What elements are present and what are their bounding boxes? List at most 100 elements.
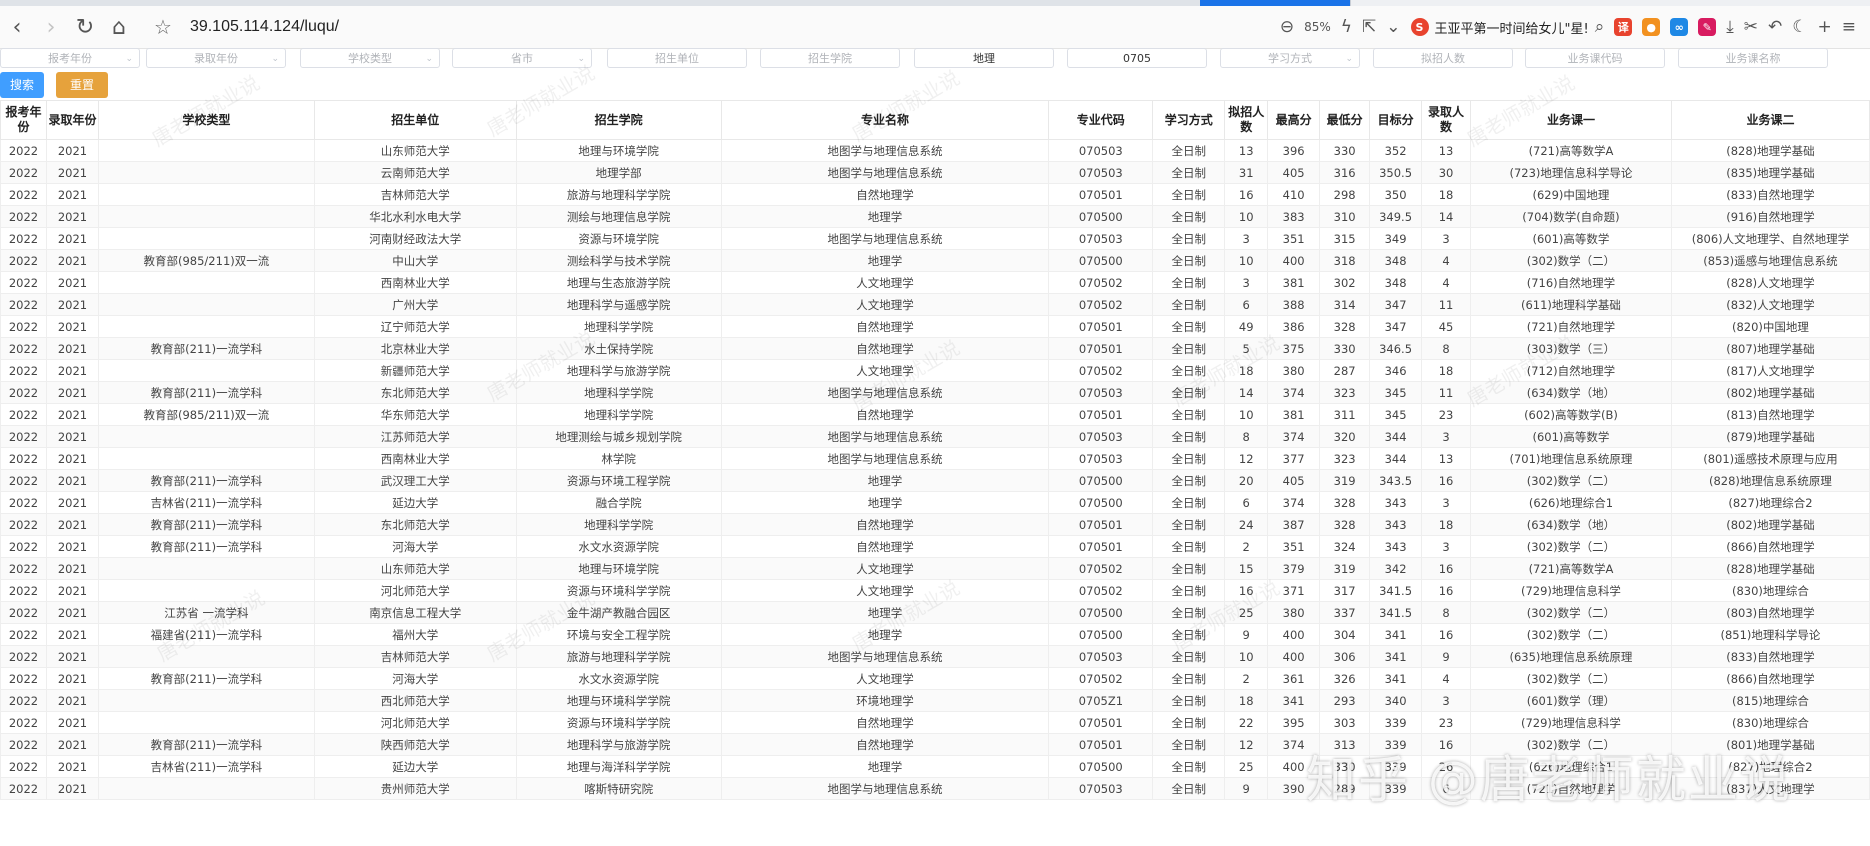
table-row[interactable]: 2022 2021 西北师范大学 地理与环境科学学院 环境地理学 0705Z1 全日制 18 3… — [0, 689, 1870, 712]
table-row[interactable]: 2022 2021 辽宁师范大学 地理科学学院 自然地理学 070501 全日制 49 386 3… — [0, 315, 1870, 338]
filter-field[interactable]: 录取年份 ⌄ — [146, 48, 286, 68]
table-row[interactable]: 2022 2021 西南林业大学 地理与生态旅游学院 人文地理学 070502 全日制 3 38… — [0, 271, 1870, 294]
table-row[interactable]: 2022 2021 教育部(985/211)双一流 华东师范大学 地理科学学院 自然地理学… — [0, 403, 1870, 426]
column-header[interactable]: 学习方式 — [1152, 100, 1226, 140]
column-header[interactable]: 业务课二 — [1670, 100, 1870, 140]
table-row[interactable]: 2022 2021 河南财经政法大学 资源与环境学院 地图学与地理信息系统 070503 全… — [0, 227, 1870, 250]
column-header[interactable]: 招生单位 — [313, 100, 517, 140]
filter-field[interactable]: 学校类型 ⌄ — [300, 48, 440, 68]
search-box[interactable]: S 王亚平第一时间给女儿"星! ⌕ — [1410, 17, 1605, 37]
infinity-icon[interactable]: ∞ — [1670, 18, 1689, 36]
chevron-down-icon[interactable]: ⌄ — [125, 49, 133, 69]
browser-tab[interactable] — [900, 0, 1051, 6]
table-row[interactable]: 2022 2021 河北师范大学 资源与环境科学学院 人文地理学 070502 全日制 16 3… — [0, 579, 1870, 602]
filter-field[interactable]: 学习方式 ⌄ — [1220, 48, 1360, 68]
undo-icon[interactable]: ↶ — [1768, 17, 1782, 37]
table-row[interactable]: 2022 2021 教育部(211)一流学科 武汉理工大学 资源与环境工程学院 地理学 07… — [0, 469, 1870, 492]
reload-icon[interactable]: ↻ — [68, 10, 102, 44]
back-icon[interactable]: ‹ — [0, 10, 34, 44]
star-icon[interactable]: ☆ — [154, 15, 172, 39]
search-icon[interactable]: ⌕ — [1595, 17, 1605, 37]
column-header[interactable]: 录取人数 — [1421, 100, 1472, 140]
column-header[interactable]: 录取年份 — [45, 100, 99, 140]
filter-field[interactable]: 招生学院 — [760, 48, 900, 68]
download-icon[interactable]: ⤓ — [1726, 17, 1734, 37]
menu-icon[interactable]: ≡ — [1842, 17, 1856, 37]
zoom-icon[interactable]: ⊖ — [1280, 17, 1294, 37]
filter-field[interactable]: 业务课名称 — [1678, 48, 1828, 68]
filter-field[interactable]: 报考年份 ⌄ — [0, 48, 140, 68]
table-cell: 396 — [1267, 139, 1321, 162]
table-row[interactable]: 2022 2021 教育部(211)一流学科 东北师范大学 地理科学学院 自然地理学 070… — [0, 513, 1870, 536]
column-header[interactable]: 专业代码 — [1048, 100, 1154, 140]
forward-icon[interactable]: › — [34, 10, 68, 44]
filter-field[interactable]: 招生单位 — [607, 48, 747, 68]
table-row[interactable]: 2022 2021 教育部(211)一流学科 东北师范大学 地理科学学院 地图学与地理信息… — [0, 381, 1870, 404]
lightning-icon[interactable]: ϟ — [1341, 17, 1352, 37]
browser-tab[interactable] — [750, 0, 901, 6]
filter-field[interactable]: 业务课代码 — [1525, 48, 1665, 68]
column-header[interactable]: 学校类型 — [97, 100, 315, 140]
table-row[interactable]: 2022 2021 江苏省 一流学科 南京信息工程大学 金牛湖产教融合园区 地理学 0705… — [0, 601, 1870, 624]
column-header[interactable]: 专业名称 — [720, 100, 1050, 140]
table-row[interactable]: 2022 2021 教育部(211)一流学科 河海大学 水文水资源学院 人文地理学 0705… — [0, 667, 1870, 690]
browser-tab[interactable] — [450, 0, 601, 6]
reset-button[interactable]: 重置 — [56, 72, 108, 98]
table-row[interactable]: 2022 2021 云南师范大学 地理学部 地图学与地理信息系统 070503 全日制 31 4… — [0, 161, 1870, 184]
translate-icon[interactable]: 译 — [1614, 18, 1633, 36]
table-row[interactable]: 2022 2021 山东师范大学 地理与环境学院 地图学与地理信息系统 070503 全日制… — [0, 139, 1870, 162]
table-row[interactable]: 2022 2021 教育部(985/211)双一流 中山大学 测绘科学与技术学院 地理学 0… — [0, 249, 1870, 272]
filter-field[interactable]: 0705 — [1067, 48, 1207, 68]
column-header[interactable]: 业务课一 — [1470, 100, 1672, 140]
chevron-down-icon[interactable]: ⌄ — [425, 49, 433, 69]
table-row[interactable]: 2022 2021 华北水利水电大学 测绘与地理信息学院 地理学 070500 全日制 10 3… — [0, 205, 1870, 228]
column-header[interactable]: 目标分 — [1369, 100, 1423, 140]
column-header[interactable]: 最高分 — [1267, 100, 1321, 140]
browser-tab[interactable] — [600, 0, 751, 6]
search-button[interactable]: 搜索 — [0, 72, 44, 98]
browser-tab-strip[interactable] — [0, 0, 1870, 6]
column-header[interactable]: 最低分 — [1319, 100, 1371, 140]
table-row[interactable]: 2022 2021 山东师范大学 地理与环境学院 人文地理学 070502 全日制 15 379… — [0, 557, 1870, 580]
zoom-level[interactable]: 85% — [1304, 20, 1331, 34]
home-icon[interactable]: ⌂ — [102, 10, 136, 44]
table-cell: 302 — [1319, 271, 1371, 294]
filter-bar: 报考年份 ⌄ 录取年份 ⌄ 学校类型 ⌄ 省市 ⌄ 招生单位 招生学院 地理 0705 学习方式 ⌄ 拟招人… — [0, 48, 1870, 70]
table-row[interactable]: 2022 2021 广州大学 地理科学与遥感学院 人文地理学 070502 全日制 6 388 3… — [0, 293, 1870, 316]
chevron-down-icon[interactable]: ⌄ — [1345, 49, 1353, 69]
chevron-down-icon[interactable]: ⌄ — [1386, 17, 1400, 37]
browser-tab[interactable] — [0, 0, 151, 6]
game-icon[interactable]: ● — [1642, 18, 1661, 36]
table-row[interactable]: 2022 2021 河北师范大学 资源与环境科学学院 自然地理学 070501 全日制 22 3… — [0, 711, 1870, 734]
address-bar[interactable]: 39.105.114.124/luqu/ — [190, 18, 339, 36]
chevron-down-icon[interactable]: ⌄ — [271, 49, 279, 69]
column-header[interactable]: 招生学院 — [515, 100, 722, 140]
filter-field[interactable]: 拟招人数 — [1373, 48, 1513, 68]
filter-field[interactable]: 地理 — [914, 48, 1054, 68]
chevron-down-icon[interactable]: ⌄ — [577, 49, 585, 69]
table-row[interactable]: 2022 2021 吉林师范大学 旅游与地理科学学院 自然地理学 070501 全日制 16 4… — [0, 183, 1870, 206]
filter-field[interactable]: 省市 ⌄ — [452, 48, 592, 68]
column-header[interactable]: 报考年份 — [0, 100, 47, 140]
filter-field-value: 业务课代码 — [1567, 52, 1623, 65]
plus-icon[interactable]: + — [1818, 17, 1832, 37]
table-row[interactable]: 2022 2021 吉林师范大学 旅游与地理科学学院 地图学与地理信息系统 070503 全… — [0, 645, 1870, 668]
table-row[interactable]: 2022 2021 吉林省(211)一流学科 延边大学 融合学院 地理学 070500 全日制… — [0, 491, 1870, 514]
browser-tab[interactable] — [300, 0, 451, 6]
ext-icon[interactable]: ✎ — [1698, 18, 1717, 36]
scissors-icon[interactable]: ✂ — [1744, 17, 1758, 37]
browser-tab[interactable] — [150, 0, 301, 6]
browser-tab-active[interactable] — [1200, 0, 1351, 6]
moon-icon[interactable]: ☾ — [1792, 17, 1807, 37]
table-row[interactable]: 2022 2021 教育部(211)一流学科 北京林业大学 水土保持学院 自然地理学 070… — [0, 337, 1870, 360]
table-row[interactable]: 2022 2021 教育部(211)一流学科 河海大学 水文水资源学院 自然地理学 0705… — [0, 535, 1870, 558]
table-row[interactable]: 2022 2021 福建省(211)一流学科 福州大学 环境与安全工程学院 地理学 0705… — [0, 623, 1870, 646]
column-header[interactable]: 拟招人数 — [1224, 100, 1269, 140]
table-row[interactable]: 2022 2021 西南林业大学 林学院 地图学与地理信息系统 070503 全日制 12 37… — [0, 447, 1870, 470]
browser-tab[interactable] — [1050, 0, 1201, 6]
table-cell: 14 — [1224, 381, 1269, 404]
table-row[interactable]: 2022 2021 江苏师范大学 地理测绘与城乡规划学院 地图学与地理信息系统 07050… — [0, 425, 1870, 448]
share-icon[interactable]: ⇱ — [1362, 17, 1376, 37]
table-row[interactable]: 2022 2021 新疆师范大学 地理科学与旅游学院 人文地理学 070502 全日制 18 3… — [0, 359, 1870, 382]
table-cell: 地理学 — [720, 469, 1050, 492]
